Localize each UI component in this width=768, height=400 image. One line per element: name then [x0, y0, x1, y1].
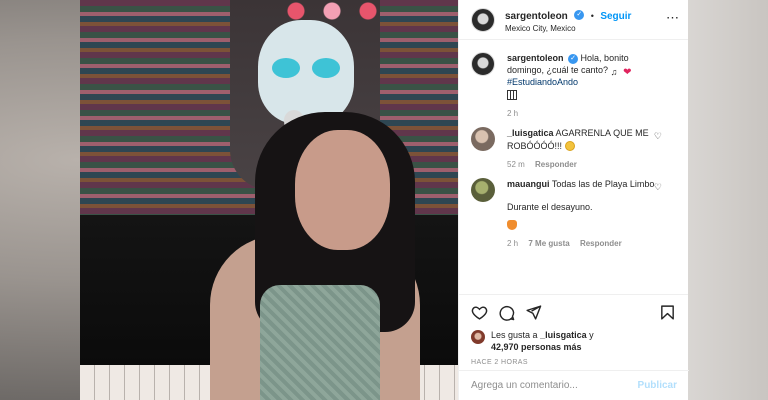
comment-body: mauangui Todas las de Playa Limbo Durant…	[507, 178, 667, 249]
author-info: sargentoleon ✓ • Seguir Mexico City, Mex…	[505, 5, 631, 34]
comment-text-line2: Durante el desayuno.	[507, 201, 593, 212]
liker-username[interactable]: _luisgatica	[540, 330, 587, 340]
post-timestamp[interactable]: HACE 2 HORAS	[471, 359, 676, 366]
comment-avatar[interactable]	[471, 127, 495, 152]
likes-join: y	[589, 330, 594, 340]
music-note-emoji-icon: ♫	[610, 66, 618, 77]
post-photo[interactable]	[80, 0, 458, 400]
more-options-icon[interactable]: ⋯	[666, 10, 679, 26]
likes-count[interactable]: 42,970 personas más	[491, 342, 582, 352]
comment-meta: 2 h 7 Me gusta Responder	[507, 239, 667, 250]
verified-badge-icon: ✓	[568, 53, 579, 64]
heart-icon[interactable]	[471, 304, 488, 321]
bookmark-icon[interactable]	[659, 304, 676, 321]
comment-like-heart-icon[interactable]: ♡	[654, 182, 662, 193]
share-icon[interactable]	[525, 304, 542, 321]
comment-username[interactable]: mauangui	[507, 179, 550, 189]
caption-avatar[interactable]	[471, 52, 495, 76]
red-heart-emoji-icon: ❤	[623, 66, 632, 78]
person-face	[295, 130, 390, 250]
caption-username[interactable]: sargentoleon	[507, 53, 564, 63]
likes-prefix: Les gusta a	[491, 330, 538, 340]
post-header: sargentoleon ✓ • Seguir Mexico City, Mex…	[459, 0, 688, 40]
add-comment-bar: Publicar	[459, 370, 689, 400]
caption-time[interactable]: 2 h	[507, 109, 518, 118]
publish-button[interactable]: Publicar	[638, 380, 677, 391]
mural-skull-face	[258, 20, 354, 124]
caption: sargentoleon ✓ Hola, bonito domingo, ¿cu…	[471, 52, 676, 119]
post-sidebar: sargentoleon ✓ • Seguir Mexico City, Mex…	[458, 0, 689, 400]
comment-time[interactable]: 2 h	[507, 239, 518, 248]
post-location[interactable]: Mexico City, Mexico	[505, 24, 631, 34]
reply-button[interactable]: Responder	[535, 160, 577, 169]
reply-button[interactable]: Responder	[580, 239, 622, 248]
grimace-emoji-icon	[564, 141, 575, 152]
cat-emoji-icon	[507, 220, 517, 231]
comments-list: sargentoleon ✓ Hola, bonito domingo, ¿cu…	[459, 40, 688, 294]
comment-item: _luisgatica AGARRENLA QUE ME ROBÓÓÓÓ!!! …	[471, 127, 676, 170]
comment-likes-count[interactable]: 7 Me gusta	[528, 239, 569, 248]
comment-avatar[interactable]	[471, 178, 495, 203]
comment-input[interactable]	[471, 380, 631, 391]
separator-dot: •	[590, 11, 594, 22]
comment-icon[interactable]	[498, 304, 515, 321]
hashtag-link[interactable]: #EstudiandoAndo	[507, 77, 578, 87]
post-actions: Les gusta a _luisgatica y 42,970 persona…	[459, 294, 688, 368]
comment-meta: 52 m Responder	[507, 160, 667, 171]
likes-summary: Les gusta a _luisgatica y 42,970 persona…	[471, 329, 676, 353]
comment-like-heart-icon[interactable]: ♡	[654, 131, 662, 142]
follow-button[interactable]: Seguir	[600, 11, 631, 22]
caption-meta: 2 h	[507, 109, 667, 120]
caption-body: sargentoleon ✓ Hola, bonito domingo, ¿cu…	[507, 52, 667, 119]
piano-emoji-icon	[507, 90, 517, 101]
comment-item: mauangui Todas las de Playa Limbo Durant…	[471, 178, 676, 249]
action-icons	[471, 303, 676, 321]
mural-flowers	[278, 0, 398, 22]
verified-badge-icon: ✓	[574, 9, 585, 20]
person-top	[260, 285, 380, 400]
comment-username[interactable]: _luisgatica	[507, 128, 554, 138]
liker-avatar[interactable]	[471, 330, 485, 344]
comment-time[interactable]: 52 m	[507, 160, 525, 169]
author-username[interactable]: sargentoleon	[505, 11, 568, 22]
comment-text: Todas las de Playa Limbo	[551, 179, 655, 190]
author-avatar[interactable]	[471, 7, 495, 32]
comment-body: _luisgatica AGARRENLA QUE ME ROBÓÓÓÓ!!! …	[507, 127, 667, 170]
